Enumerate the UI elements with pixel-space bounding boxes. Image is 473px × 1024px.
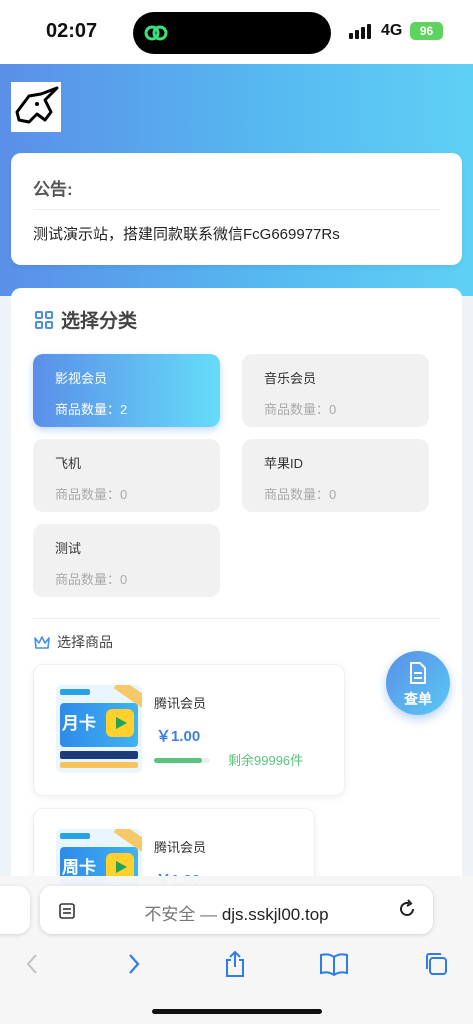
- category-count: 商品数量：0: [55, 572, 128, 587]
- status-bar: 02:07 4G 96: [0, 0, 473, 64]
- chevron-left-icon: [26, 954, 37, 974]
- category-tile-apple-id[interactable]: 苹果ID 商品数量：0: [242, 439, 429, 512]
- home-indicator: [152, 1009, 322, 1014]
- document-icon: [410, 662, 426, 684]
- unicorn-logo-icon: [15, 86, 59, 124]
- main-card: 选择分类 影视会员 商品数量：2 音乐会员 商品数量：0 飞机 商品数量：0 苹…: [11, 288, 462, 908]
- url-text[interactable]: 不安全 — djs.sskjl00.top: [40, 900, 433, 925]
- product-price: ￥1.00: [156, 728, 201, 745]
- thumbnail-label: 月卡: [62, 714, 96, 733]
- dynamic-island: [133, 12, 331, 54]
- order-query-label: 查单: [404, 691, 432, 707]
- category-tile-music[interactable]: 音乐会员 商品数量：0: [242, 354, 429, 427]
- chevron-right-icon: [129, 954, 140, 974]
- order-query-button[interactable]: 查单: [386, 651, 450, 715]
- url-separator: —: [195, 905, 222, 924]
- category-title: 选择分类: [61, 311, 138, 332]
- category-name: 音乐会员: [264, 371, 317, 386]
- url-domain: djs.sskjl00.top: [221, 905, 329, 924]
- tabs-icon: [426, 953, 447, 975]
- bookmarks-button[interactable]: [318, 948, 350, 980]
- category-name: 影视会员: [55, 371, 108, 386]
- stock-bar-fill: [154, 758, 202, 763]
- notice-title: 公告:: [33, 180, 73, 199]
- tabs-button[interactable]: [420, 948, 452, 980]
- category-count: 商品数量：2: [55, 402, 128, 417]
- insecure-label: 不安全: [144, 905, 196, 924]
- book-icon: [320, 953, 348, 976]
- product-thumbnail: 月卡: [56, 685, 142, 773]
- category-tile-test[interactable]: 测试 商品数量：0: [33, 524, 220, 597]
- previous-tab-preview[interactable]: [0, 886, 30, 934]
- crown-icon: [34, 636, 50, 649]
- reload-icon[interactable]: [397, 899, 417, 919]
- product-name: 腾讯会员: [154, 696, 207, 711]
- battery-icon: 96: [410, 22, 443, 40]
- category-name: 飞机: [55, 456, 82, 471]
- category-count: 商品数量：0: [55, 487, 128, 502]
- network-type: 4G: [381, 22, 403, 39]
- category-name: 苹果ID: [264, 456, 304, 471]
- share-icon: [226, 950, 244, 977]
- forward-button[interactable]: [118, 948, 150, 980]
- section-divider: [33, 618, 440, 619]
- status-time: 02:07: [46, 20, 98, 42]
- category-count: 商品数量：0: [264, 487, 337, 502]
- category-tile-video[interactable]: 影视会员 商品数量：2: [33, 354, 220, 427]
- category-name: 测试: [55, 541, 82, 556]
- product-title: 选择商品: [57, 634, 113, 650]
- notice-text: 测试演示站，搭建同款联系微信FcG669977Rs: [33, 226, 340, 243]
- address-bar[interactable]: 不安全 — djs.sskjl00.top: [40, 886, 433, 934]
- play-icon: [106, 709, 134, 737]
- signal-icon: [349, 24, 371, 39]
- grid-icon: [35, 310, 53, 329]
- notice-divider: [33, 209, 440, 210]
- product-card[interactable]: 月卡 腾讯会员 ￥1.00 剩余99996件: [33, 664, 345, 796]
- share-button[interactable]: [219, 948, 251, 980]
- product-name: 腾讯会员: [154, 840, 207, 855]
- category-header: 选择分类: [35, 306, 137, 333]
- stock-bar: [154, 758, 210, 763]
- category-tile-plane[interactable]: 飞机 商品数量：0: [33, 439, 220, 512]
- category-count: 商品数量：0: [264, 402, 337, 417]
- back-button[interactable]: [16, 948, 48, 980]
- product-stock: 剩余99996件: [228, 753, 304, 768]
- thumbnail-label: 周卡: [62, 858, 96, 877]
- site-logo[interactable]: [11, 82, 61, 132]
- link-icon: [144, 25, 168, 41]
- notice-card: 公告: 测试演示站，搭建同款联系微信FcG669977Rs: [11, 153, 462, 265]
- product-header: 选择商品: [33, 632, 113, 652]
